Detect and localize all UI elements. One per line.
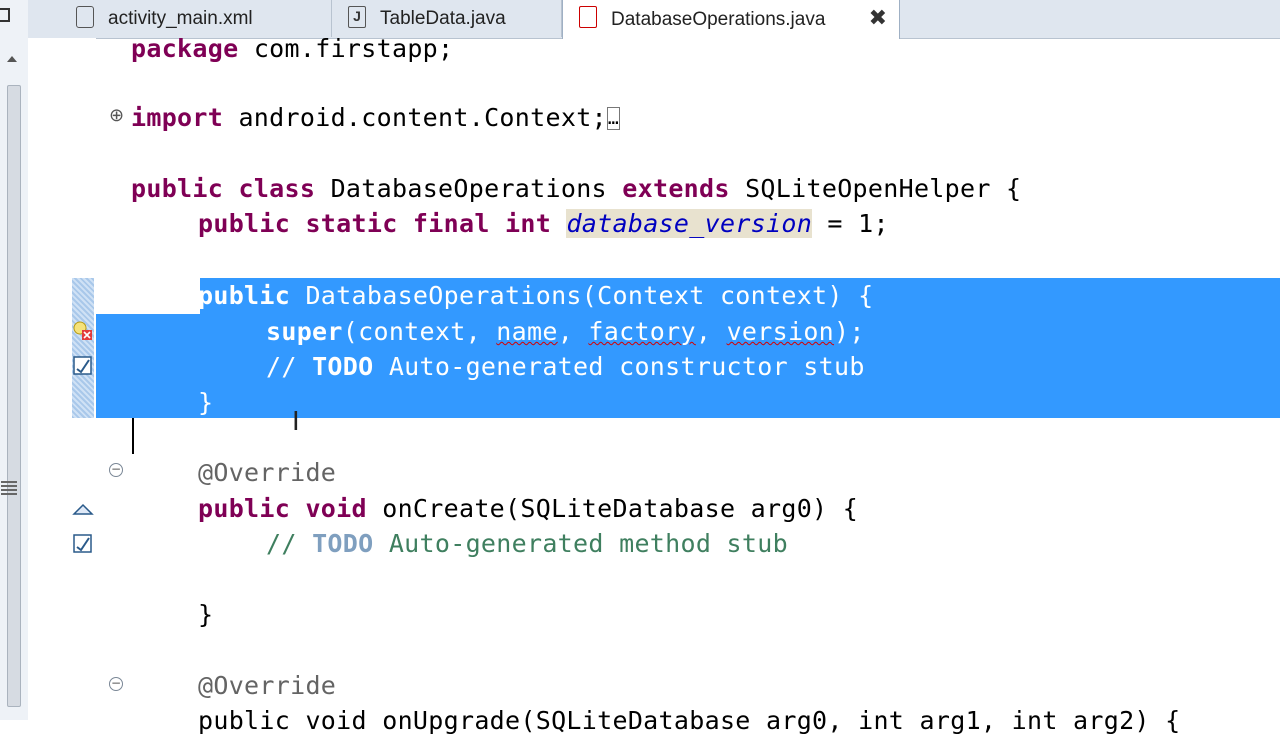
task-marker-icon[interactable]: [72, 355, 92, 375]
editor-gutter: [28, 38, 60, 720]
tab-label: activity_main.xml: [108, 7, 253, 29]
code-line-todo-comment[interactable]: // TODO Auto-generated method stub: [266, 526, 788, 562]
code-line-close-brace[interactable]: }: [198, 385, 213, 421]
grip-icon[interactable]: [1, 481, 17, 495]
task-marker-icon[interactable]: [72, 533, 92, 553]
code-line-override[interactable]: @Override: [198, 455, 336, 491]
code-line-oncreate[interactable]: public void onCreate(SQLiteDatabase arg0…: [198, 491, 858, 527]
code-editor[interactable]: package com.firstapp; import android.con…: [96, 34, 1280, 735]
restore-icon[interactable]: [0, 8, 10, 22]
code-line-super-call[interactable]: super(context, name, factory, version);: [266, 314, 865, 350]
code-line-close-brace[interactable]: }: [198, 597, 213, 633]
code-line-override[interactable]: @Override: [198, 668, 336, 704]
collapsed-imports-box[interactable]: …: [606, 107, 621, 130]
tab-label: TableData.java: [380, 7, 506, 29]
code-line-class-decl[interactable]: public class DatabaseOperations extends …: [131, 171, 1021, 207]
xml-file-icon: [76, 6, 94, 28]
java-file-icon: J: [348, 6, 366, 28]
scrollbar-thumb[interactable]: [7, 85, 21, 707]
ibeam-cursor-icon: I: [292, 407, 300, 437]
error-lightbulb-icon[interactable]: [72, 320, 92, 340]
java-file-error-icon: [579, 6, 597, 28]
tab-databaseoperations-java[interactable]: DatabaseOperations.java ✖: [562, 0, 900, 39]
ruler-selection-marker: [72, 278, 94, 418]
scroll-up-icon[interactable]: [7, 56, 17, 62]
code-line-todo-comment[interactable]: // TODO Auto-generated constructor stub: [266, 349, 865, 385]
code-line-package[interactable]: package com.firstapp;: [131, 31, 453, 67]
left-panel: [0, 0, 29, 720]
code-line-field[interactable]: public static final int database_version…: [198, 206, 889, 242]
tab-label: DatabaseOperations.java: [611, 8, 826, 30]
code-line-onupgrade[interactable]: public void onUpgrade(SQLiteDatabase arg…: [198, 703, 1180, 739]
code-line-import[interactable]: import android.content.Context;…: [131, 100, 621, 136]
override-marker-icon[interactable]: [72, 500, 94, 518]
code-line-constructor[interactable]: public DatabaseOperations(Context contex…: [198, 278, 873, 314]
text-caret: [132, 418, 134, 454]
close-tab-icon[interactable]: ✖: [869, 6, 887, 31]
